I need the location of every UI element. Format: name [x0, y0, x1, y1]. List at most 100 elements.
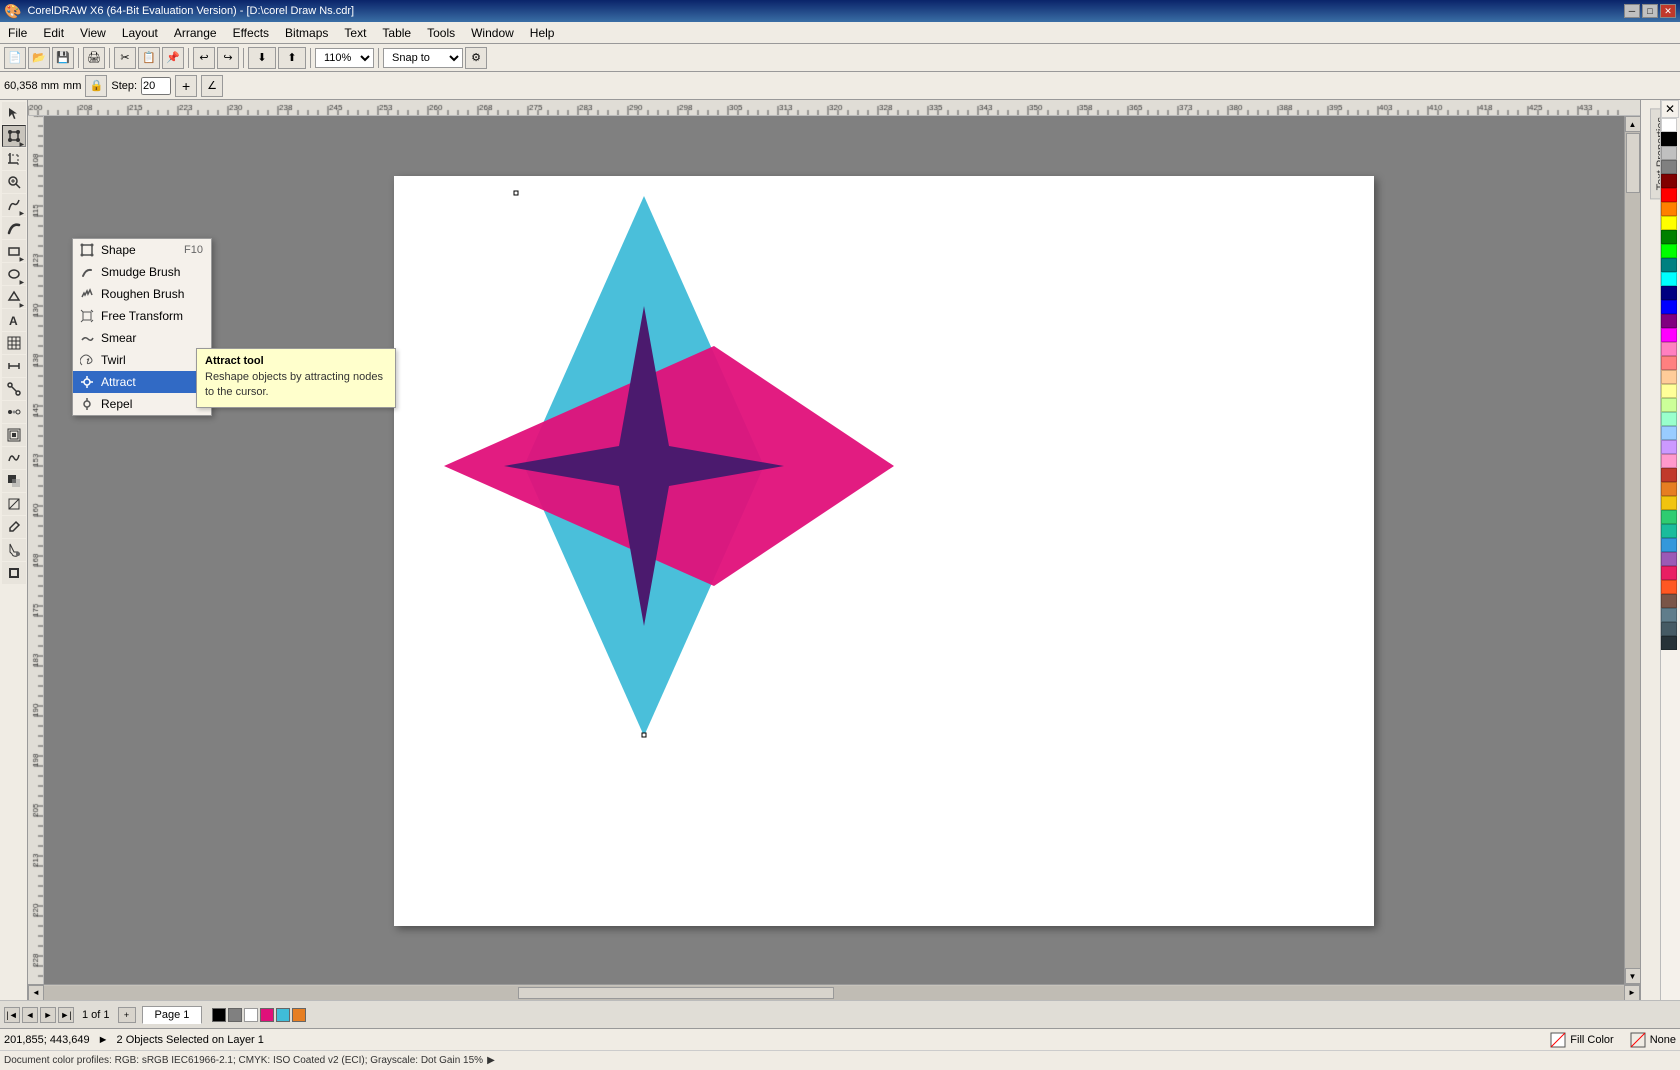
- palette-navy[interactable]: [1661, 286, 1677, 300]
- palette-lt-yellow[interactable]: [1661, 384, 1677, 398]
- palette-lime[interactable]: [1661, 244, 1677, 258]
- transparency-tool[interactable]: [2, 493, 26, 515]
- palette-amethyst[interactable]: [1661, 552, 1677, 566]
- menu-arrange[interactable]: Arrange: [166, 22, 225, 43]
- swatch-black[interactable]: [212, 1008, 226, 1022]
- palette-salmon[interactable]: [1661, 356, 1677, 370]
- scroll-track[interactable]: [1625, 132, 1640, 968]
- ctx-attract[interactable]: Attract: [73, 371, 211, 393]
- menu-effects[interactable]: Effects: [225, 22, 277, 43]
- crop-tool[interactable]: [2, 148, 26, 170]
- palette-magenta-bright[interactable]: [1661, 328, 1677, 342]
- print-btn[interactable]: 🖨: [83, 47, 105, 69]
- palette-lt-green[interactable]: [1661, 398, 1677, 412]
- palette-crimson[interactable]: [1661, 468, 1677, 482]
- palette-yellow[interactable]: [1661, 216, 1677, 230]
- palette-cyan[interactable]: [1661, 272, 1677, 286]
- menu-tools[interactable]: Tools: [419, 22, 463, 43]
- swatch-cyan[interactable]: [276, 1008, 290, 1022]
- ctx-smear[interactable]: Smear: [73, 327, 211, 349]
- table-tool[interactable]: [2, 332, 26, 354]
- snap-select[interactable]: Snap to: [383, 48, 463, 68]
- palette-maroon[interactable]: [1661, 174, 1677, 188]
- scroll-thumb[interactable]: [1626, 133, 1640, 193]
- ellipse-tool[interactable]: ▶: [2, 263, 26, 285]
- copy-btn[interactable]: 📋: [138, 47, 160, 69]
- drawing-canvas[interactable]: Shape F10 Smudge Brush Roughen Brush: [44, 116, 1624, 984]
- blend-tool[interactable]: [2, 401, 26, 423]
- minimize-button[interactable]: ─: [1624, 4, 1640, 18]
- swatch-white[interactable]: [244, 1008, 258, 1022]
- palette-lt-pink[interactable]: [1661, 454, 1677, 468]
- palette-brown[interactable]: [1661, 594, 1677, 608]
- eyedropper-tool[interactable]: [2, 516, 26, 538]
- ctx-shape[interactable]: Shape F10: [73, 239, 211, 261]
- horizontal-scrollbar[interactable]: ◄ ►: [28, 984, 1640, 1000]
- artistic-media-tool[interactable]: [2, 217, 26, 239]
- palette-white[interactable]: [1661, 118, 1677, 132]
- scroll-left-btn[interactable]: ◄: [28, 985, 44, 1001]
- scroll-down-btn[interactable]: ▼: [1625, 968, 1641, 984]
- menu-edit[interactable]: Edit: [35, 22, 72, 43]
- palette-black[interactable]: [1661, 132, 1677, 146]
- select-tool[interactable]: [2, 102, 26, 124]
- palette-carrot[interactable]: [1661, 482, 1677, 496]
- contour-tool[interactable]: [2, 424, 26, 446]
- export-btn[interactable]: ⬆: [278, 47, 306, 69]
- angle-btn[interactable]: ∠: [201, 75, 223, 97]
- title-bar-controls[interactable]: ─ □ ✕: [1624, 4, 1676, 18]
- palette-purple[interactable]: [1661, 314, 1677, 328]
- rectangle-tool[interactable]: ▶: [2, 240, 26, 262]
- undo-btn[interactable]: ↩: [193, 47, 215, 69]
- first-page-btn[interactable]: |◄: [4, 1007, 20, 1023]
- shadow-tool[interactable]: [2, 470, 26, 492]
- text-tool[interactable]: A: [2, 309, 26, 331]
- palette-red[interactable]: [1661, 188, 1677, 202]
- palette-blue-gray[interactable]: [1661, 608, 1677, 622]
- menu-window[interactable]: Window: [463, 22, 522, 43]
- scroll-up-btn[interactable]: ▲: [1625, 116, 1641, 132]
- zoom-select[interactable]: 110% 100% 75% 50%: [315, 48, 374, 68]
- next-page-btn[interactable]: ►: [40, 1007, 56, 1023]
- step-input[interactable]: [141, 77, 171, 95]
- palette-blue[interactable]: [1661, 300, 1677, 314]
- palette-pink2[interactable]: [1661, 566, 1677, 580]
- ctx-smudge[interactable]: Smudge Brush: [73, 261, 211, 283]
- swatch-gray[interactable]: [228, 1008, 242, 1022]
- swatch-orange[interactable]: [292, 1008, 306, 1022]
- palette-turquoise[interactable]: [1661, 524, 1677, 538]
- menu-layout[interactable]: Layout: [114, 22, 166, 43]
- menu-text[interactable]: Text: [336, 22, 374, 43]
- scroll-right-btn[interactable]: ►: [1624, 985, 1640, 1001]
- palette-sunflower[interactable]: [1661, 496, 1677, 510]
- maximize-button[interactable]: □: [1642, 4, 1658, 18]
- open-btn[interactable]: 📂: [28, 47, 50, 69]
- palette-emerald[interactable]: [1661, 510, 1677, 524]
- cut-btn[interactable]: ✂: [114, 47, 136, 69]
- dimension-tool[interactable]: [2, 355, 26, 377]
- outline-tool[interactable]: [2, 562, 26, 584]
- distort-tool[interactable]: [2, 447, 26, 469]
- add-page-btn[interactable]: +: [118, 1007, 136, 1023]
- page-tab-1[interactable]: Page 1: [142, 1006, 203, 1024]
- save-btn[interactable]: 💾: [52, 47, 74, 69]
- snap-options-btn[interactable]: ⚙: [465, 47, 487, 69]
- h-scroll-thumb[interactable]: [518, 987, 834, 999]
- ctx-repel[interactable]: Repel: [73, 393, 211, 415]
- palette-mint[interactable]: [1661, 412, 1677, 426]
- palette-green[interactable]: [1661, 230, 1677, 244]
- polygon-tool[interactable]: ▶: [2, 286, 26, 308]
- palette-dark-blue-gray[interactable]: [1661, 622, 1677, 636]
- palette-peach[interactable]: [1661, 370, 1677, 384]
- shape-tool[interactable]: ▶: [2, 125, 26, 147]
- vertical-scrollbar[interactable]: ▲ ▼: [1624, 116, 1640, 984]
- redo-btn[interactable]: ↪: [217, 47, 239, 69]
- ctx-roughen[interactable]: Roughen Brush: [73, 283, 211, 305]
- prev-page-btn[interactable]: ◄: [22, 1007, 38, 1023]
- new-btn[interactable]: 📄: [4, 47, 26, 69]
- swatch-magenta[interactable]: [260, 1008, 274, 1022]
- close-button[interactable]: ✕: [1660, 4, 1676, 18]
- menu-table[interactable]: Table: [374, 22, 419, 43]
- palette-teal[interactable]: [1661, 258, 1677, 272]
- import-btn[interactable]: ⬇: [248, 47, 276, 69]
